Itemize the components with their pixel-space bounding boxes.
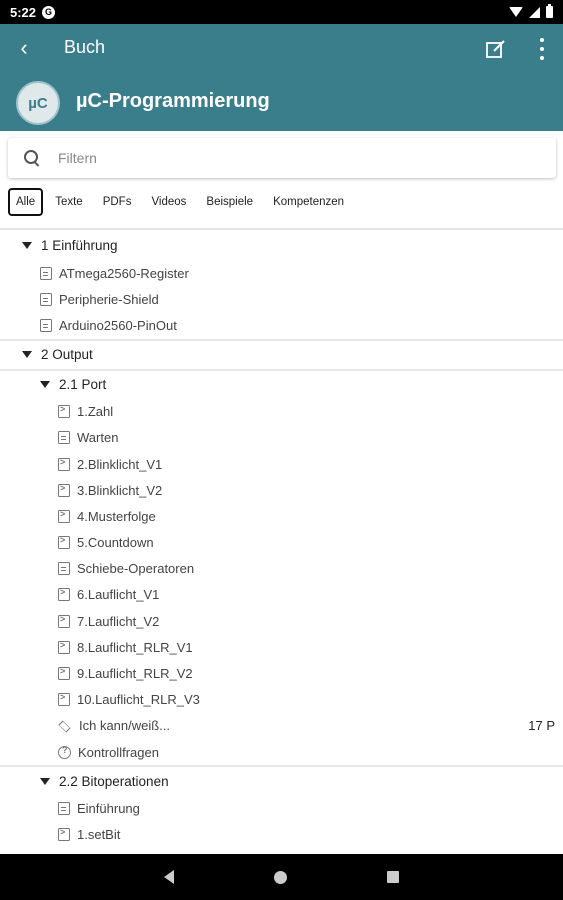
tree-item-row[interactable]: 1.Zahl bbox=[0, 399, 563, 425]
code-file-icon bbox=[58, 404, 70, 419]
tree-item-label: 5.Countdown bbox=[77, 535, 154, 551]
tree-item-row[interactable]: 7.Lauflicht_V2 bbox=[0, 608, 563, 634]
signal-icon bbox=[529, 6, 540, 18]
tree-item-row[interactable]: 9.Lauflicht_RLR_V2 bbox=[0, 660, 563, 686]
document-icon bbox=[58, 562, 70, 576]
expand-arrow-icon[interactable] bbox=[40, 381, 50, 389]
tree-item-row[interactable]: 4.Musterfolge bbox=[0, 503, 563, 529]
search-icon bbox=[24, 150, 40, 166]
filter-input[interactable] bbox=[58, 150, 528, 166]
course-avatar: µC bbox=[16, 81, 60, 125]
code-file-icon bbox=[58, 666, 70, 681]
tree-item-label: 1.setBit bbox=[77, 826, 121, 842]
filter-chip-kompetenzen[interactable]: Kompetenzen bbox=[265, 188, 352, 216]
app-bar: ‹ Buch µC µC-Programmierung bbox=[0, 24, 563, 131]
tree-item-label: 9.Lauflicht_RLR_V2 bbox=[77, 666, 193, 682]
tree-item-label: 7.Lauflicht_V2 bbox=[77, 613, 160, 629]
tree-item-label: 2.1 Port bbox=[59, 377, 107, 393]
tree-item-label: 2 Output bbox=[41, 347, 93, 363]
tree-item-label: Arduino2560-PinOut bbox=[59, 317, 177, 333]
tree-item-label: 2.2 Bitoperationen bbox=[59, 773, 169, 789]
content-tree[interactable]: 1 Einführung ATmega2560-Register Peripheri… bbox=[0, 228, 563, 854]
tree-item-row[interactable]: Peripherie-Shield bbox=[0, 286, 563, 312]
tree-item-label: 2.Blinklicht_V1 bbox=[77, 456, 163, 472]
code-file-icon bbox=[58, 587, 70, 602]
tree-chapter-row[interactable]: 1 Einführung bbox=[0, 230, 563, 260]
tree-item-row[interactable]: Einführung bbox=[0, 795, 563, 821]
filter-search-box[interactable] bbox=[8, 138, 556, 178]
tree-item-row[interactable]: Arduino2560-PinOut bbox=[0, 312, 563, 338]
tree-item-label: 1 Einführung bbox=[41, 237, 118, 253]
tree-item-row[interactable]: 8.Lauflicht_RLR_V1 bbox=[0, 634, 563, 660]
tree-item-label: Kontrollfragen bbox=[78, 744, 159, 760]
tree-item-label: ATmega2560-Register bbox=[59, 265, 189, 281]
tree-item-label: 10.Lauflicht_RLR_V3 bbox=[77, 692, 200, 708]
page-title: Buch bbox=[64, 37, 106, 57]
nav-home-icon[interactable] bbox=[274, 870, 287, 884]
code-file-icon bbox=[58, 827, 70, 841]
filter-chip-videos[interactable]: Videos bbox=[143, 188, 194, 216]
tree-item-label: 8.Lauflicht_RLR_V1 bbox=[77, 639, 193, 655]
expand-arrow-icon[interactable] bbox=[22, 241, 32, 249]
status-icons bbox=[509, 4, 553, 18]
course-title: µC-Programmierung bbox=[76, 90, 270, 112]
tree-item-row[interactable]: Schiebe-Operatoren bbox=[0, 556, 563, 582]
edit-icon[interactable] bbox=[485, 38, 507, 60]
expand-arrow-icon[interactable] bbox=[22, 351, 32, 359]
tree-item-row[interactable]: 2.Blinklicht_V1 bbox=[0, 451, 563, 477]
document-icon bbox=[40, 266, 52, 280]
expand-arrow-icon[interactable] bbox=[40, 777, 50, 785]
nav-recents-icon[interactable] bbox=[387, 871, 399, 883]
code-file-icon bbox=[58, 640, 70, 654]
tree-item-label: Ich kann/weiß... bbox=[79, 718, 171, 734]
nav-back-icon[interactable] bbox=[164, 870, 174, 884]
document-icon bbox=[40, 318, 52, 332]
code-file-icon bbox=[58, 614, 70, 628]
code-file-icon bbox=[58, 692, 70, 707]
tree-item-label: Warten bbox=[77, 430, 119, 446]
code-file-icon bbox=[58, 457, 70, 471]
status-bar: 5:22 G bbox=[0, 0, 563, 24]
tree-item-row[interactable]: 3.Blinklicht_V2 bbox=[0, 477, 563, 503]
tree-item-row[interactable]: 1.setBit bbox=[0, 821, 563, 847]
document-icon bbox=[58, 801, 70, 815]
tree-chapter-row[interactable]: 2.1 Port bbox=[0, 368, 563, 399]
more-vert-icon[interactable] bbox=[535, 36, 549, 62]
document-icon bbox=[58, 431, 70, 445]
battery-icon bbox=[546, 4, 553, 18]
tree-item-label: Einführung bbox=[77, 800, 140, 816]
tree-item-label: 1.Zahl bbox=[77, 404, 114, 420]
system-nav-bar bbox=[0, 854, 563, 900]
wifi-icon bbox=[509, 7, 523, 17]
back-arrow-icon[interactable]: ‹ bbox=[12, 36, 36, 60]
filter-chips: Alle Texte PDFs Videos Beispiele Kompetenzen bbox=[8, 187, 352, 217]
code-file-icon bbox=[58, 483, 70, 497]
status-time: 5:22 bbox=[10, 4, 37, 20]
tree-item-row[interactable]: Warten bbox=[0, 425, 563, 451]
tree-item-label: 3.Blinklicht_V2 bbox=[77, 482, 163, 498]
document-icon bbox=[40, 292, 52, 306]
tree-chapter-row[interactable]: 2.2 Bitoperationen bbox=[0, 765, 563, 795]
tree-item-label: Schiebe-Operatoren bbox=[77, 561, 195, 577]
question-icon bbox=[58, 745, 71, 759]
tree-item-label: 6.Lauflicht_V1 bbox=[77, 587, 160, 603]
tree-item-label: Peripherie-Shield bbox=[59, 291, 159, 307]
filter-chip-texte[interactable]: Texte bbox=[47, 188, 91, 216]
tree-item-row[interactable]: 10.Lauflicht_RLR_V3 bbox=[0, 687, 563, 713]
graduation-cap-icon bbox=[58, 719, 72, 732]
tree-item-row[interactable]: 5.Countdown bbox=[0, 530, 563, 556]
tree-item-label: 4.Musterfolge bbox=[77, 508, 156, 524]
filter-chip-pdfs[interactable]: PDFs bbox=[95, 188, 140, 216]
tree-item-row[interactable]: Ich kann/weiß... 17 P bbox=[0, 713, 563, 739]
tree-chapter-row[interactable]: 2 Output bbox=[0, 338, 563, 369]
tree-item-row[interactable]: Kontrollfragen bbox=[0, 739, 563, 765]
google-notification-icon: G bbox=[42, 5, 56, 19]
filter-chip-alle[interactable]: Alle bbox=[8, 188, 44, 216]
points-badge: 17 P bbox=[528, 718, 555, 734]
tree-item-row[interactable]: ATmega2560-Register bbox=[0, 260, 563, 286]
tree-item-row[interactable]: 6.Lauflicht_V1 bbox=[0, 582, 563, 608]
code-file-icon bbox=[58, 535, 70, 550]
filter-chip-beispiele[interactable]: Beispiele bbox=[198, 188, 261, 216]
code-file-icon bbox=[58, 509, 70, 523]
